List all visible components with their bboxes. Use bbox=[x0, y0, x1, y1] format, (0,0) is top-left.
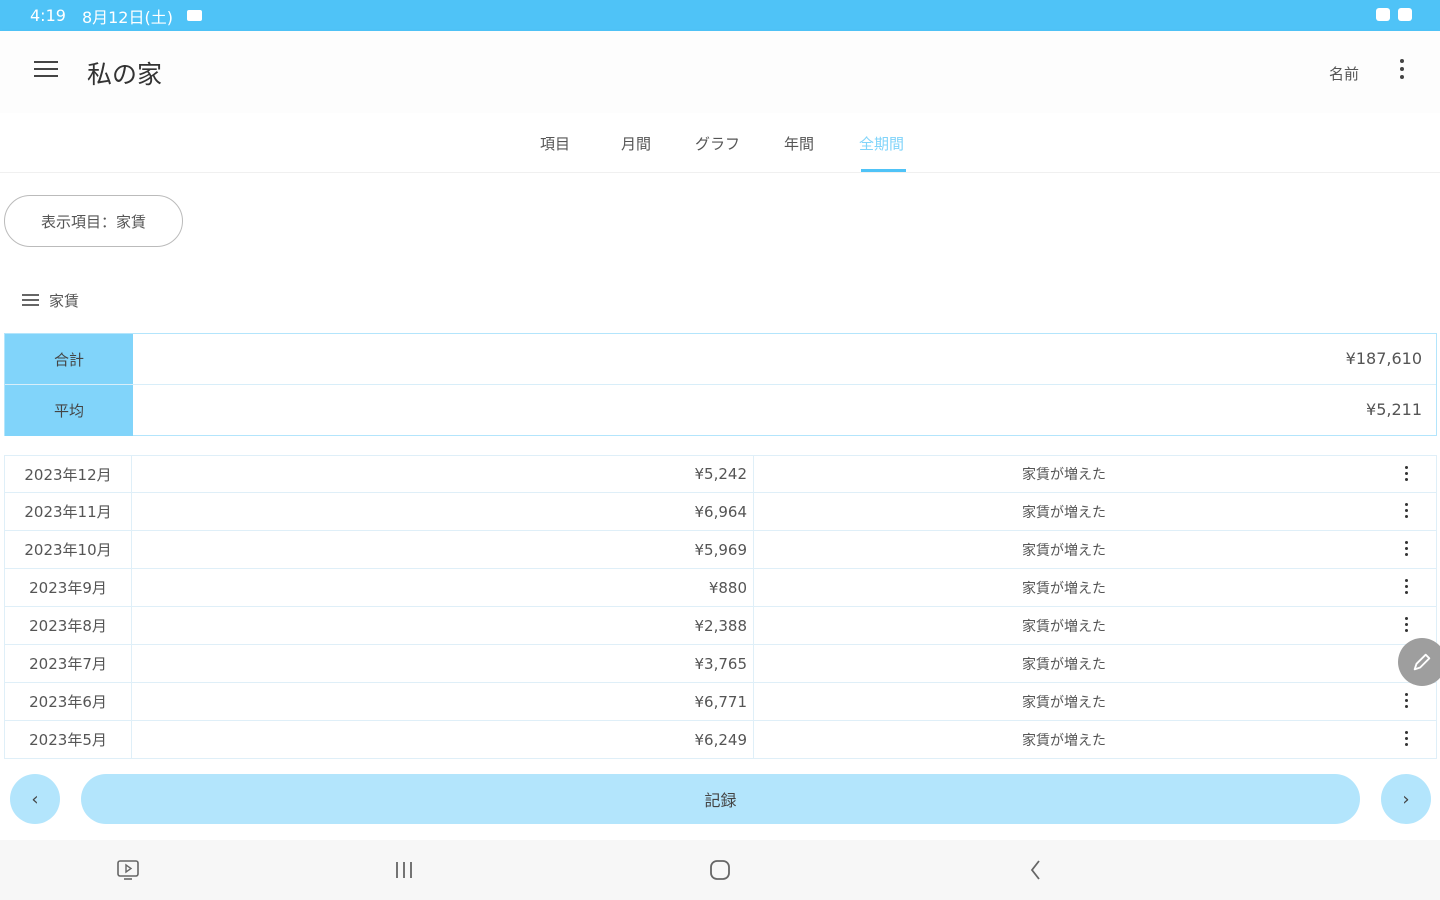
previous-button[interactable]: ‹ bbox=[10, 774, 60, 824]
record-note: 家賃が増えた bbox=[1022, 467, 1106, 483]
record-date: 2023年7月 bbox=[5, 645, 132, 682]
pencil-icon bbox=[1413, 653, 1431, 671]
back-icon[interactable] bbox=[1024, 858, 1048, 882]
record-date: 2023年5月 bbox=[5, 721, 132, 758]
tab-yearly[interactable]: 年間 bbox=[784, 133, 814, 154]
summary-value: ¥5,211 bbox=[1366, 400, 1422, 419]
record-date: 2023年11月 bbox=[5, 493, 132, 530]
notification-icon bbox=[186, 10, 202, 21]
row-more-icon[interactable] bbox=[1401, 541, 1411, 561]
row-more-icon[interactable] bbox=[1401, 579, 1411, 599]
table-row[interactable]: 2023年9月 ¥880 家賃が増えた bbox=[4, 569, 1437, 607]
tab-bar: 項目 月間 グラフ 年間 全期間 bbox=[0, 113, 1440, 173]
record-amount: ¥6,771 bbox=[132, 683, 754, 720]
name-button[interactable]: 名前 bbox=[1329, 63, 1359, 84]
tab-monthly[interactable]: 月間 bbox=[621, 133, 651, 154]
battery-icon bbox=[1398, 8, 1412, 21]
screen-capture-icon[interactable] bbox=[116, 858, 140, 882]
records-table: 2023年12月 ¥5,242 家賃が増えた 2023年11月 ¥6,964 家… bbox=[4, 455, 1437, 763]
home-icon[interactable] bbox=[708, 858, 732, 882]
record-note: 家賃が増えた bbox=[1022, 656, 1106, 673]
edit-fab[interactable] bbox=[1398, 638, 1440, 686]
table-row[interactable]: 2023年7月 ¥3,765 家賃が増えた bbox=[4, 645, 1437, 683]
record-note: 家賃が増えた bbox=[1022, 542, 1106, 559]
summary-row-total: 合計 ¥187,610 bbox=[5, 334, 1436, 385]
list-icon bbox=[22, 294, 39, 307]
record-note: 家賃が増えた bbox=[1022, 694, 1106, 711]
summary-label: 合計 bbox=[5, 334, 133, 384]
summary-table: 合計 ¥187,610 平均 ¥5,211 bbox=[4, 333, 1437, 436]
record-date: 2023年6月 bbox=[5, 683, 132, 720]
table-row[interactable]: 2023年10月 ¥5,969 家賃が増えた bbox=[4, 531, 1437, 569]
record-amount: ¥6,964 bbox=[132, 493, 754, 530]
record-amount: ¥3,765 bbox=[132, 645, 754, 682]
overflow-menu-icon[interactable] bbox=[1397, 59, 1407, 83]
status-bar: 4:19 8月12日(土) bbox=[0, 0, 1440, 31]
table-row[interactable]: 2023年8月 ¥2,388 家賃が増えた bbox=[4, 607, 1437, 645]
record-amount: ¥5,969 bbox=[132, 531, 754, 568]
app-bar: 私の家 名前 bbox=[0, 31, 1440, 113]
table-row[interactable]: 2023年11月 ¥6,964 家賃が増えた bbox=[4, 493, 1437, 531]
tab-indicator bbox=[861, 169, 906, 172]
tab-graph[interactable]: グラフ bbox=[695, 133, 740, 154]
summary-row-average: 平均 ¥5,211 bbox=[5, 385, 1436, 436]
row-more-icon[interactable] bbox=[1401, 617, 1411, 637]
row-more-icon[interactable] bbox=[1401, 503, 1411, 523]
record-date: 2023年12月 bbox=[5, 456, 132, 492]
summary-label: 平均 bbox=[5, 385, 133, 436]
display-item-filter-chip[interactable]: 表示項目：家賃 bbox=[4, 195, 183, 247]
status-date: 8月12日(土) bbox=[81, 7, 173, 27]
section-header: 家賃 bbox=[22, 290, 79, 311]
record-amount: ¥880 bbox=[132, 569, 754, 606]
hamburger-menu-icon[interactable] bbox=[34, 61, 58, 81]
record-amount: ¥5,242 bbox=[132, 456, 754, 492]
row-more-icon[interactable] bbox=[1401, 466, 1411, 486]
recent-apps-icon[interactable] bbox=[392, 858, 416, 882]
record-button[interactable]: 記録 bbox=[81, 774, 1360, 824]
table-row[interactable]: 2023年12月 ¥5,242 家賃が増えた bbox=[4, 455, 1437, 493]
record-date: 2023年9月 bbox=[5, 569, 132, 606]
record-note: 家賃が増えた bbox=[1022, 732, 1106, 749]
page-title: 私の家 bbox=[87, 60, 163, 89]
system-navigation-bar bbox=[0, 840, 1440, 900]
record-date: 2023年10月 bbox=[5, 531, 132, 568]
table-row[interactable]: 2023年6月 ¥6,771 家賃が増えた bbox=[4, 683, 1437, 721]
record-amount: ¥2,388 bbox=[132, 607, 754, 644]
record-date: 2023年8月 bbox=[5, 607, 132, 644]
section-label: 家賃 bbox=[49, 292, 80, 310]
table-row[interactable]: 2023年5月 ¥6,249 家賃が増えた bbox=[4, 721, 1437, 759]
summary-value: ¥187,610 bbox=[1345, 349, 1422, 368]
record-note: 家賃が増えた bbox=[1022, 618, 1106, 635]
next-button[interactable]: › bbox=[1381, 774, 1431, 824]
record-amount: ¥6,249 bbox=[132, 721, 754, 758]
record-note: 家賃が増えた bbox=[1022, 504, 1106, 521]
row-more-icon[interactable] bbox=[1401, 693, 1411, 713]
tab-items[interactable]: 項目 bbox=[540, 133, 570, 154]
record-note: 家賃が増えた bbox=[1022, 580, 1106, 597]
mute-icon bbox=[1376, 8, 1390, 21]
row-more-icon[interactable] bbox=[1401, 731, 1411, 751]
status-time: 4:19 bbox=[30, 6, 66, 25]
tab-all-period[interactable]: 全期間 bbox=[859, 133, 904, 154]
